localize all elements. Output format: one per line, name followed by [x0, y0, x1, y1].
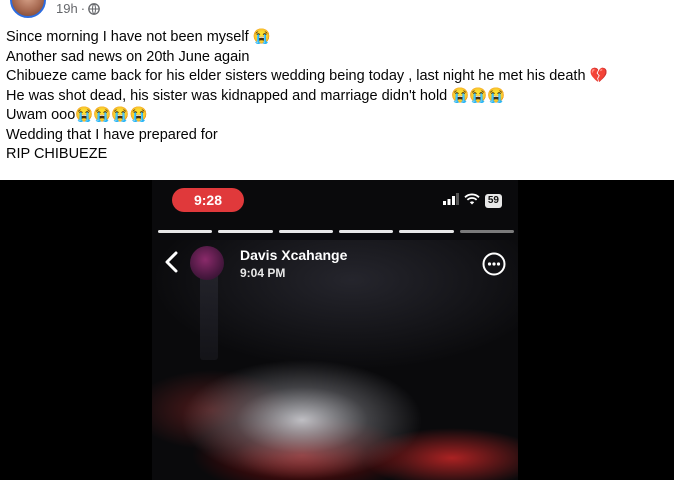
- battery-icon: 59: [484, 194, 502, 208]
- back-chevron-icon[interactable]: [162, 250, 182, 274]
- phone-screenshot: 9:28 59 Davis Xcahange 9:04 PM: [152, 180, 518, 480]
- post-line: Uwam ooo😭😭😭😭: [6, 107, 148, 123]
- signal-icon: [442, 192, 459, 210]
- story-progress-segment: [399, 230, 454, 233]
- story-progress-segment: [278, 230, 333, 233]
- phone-status-bar: 9:28 59: [152, 186, 518, 212]
- post-timestamp[interactable]: 19h: [56, 1, 78, 16]
- story-progress-segment: [158, 230, 213, 233]
- story-progress: [158, 230, 514, 233]
- profile-avatar[interactable]: [10, 0, 46, 18]
- post-line: Chibueze came back for his elder sisters…: [6, 68, 608, 84]
- post-body: Since morning I have not been myself 😭 A…: [6, 28, 666, 165]
- wifi-icon: [464, 192, 480, 210]
- status-icons: 59: [442, 192, 502, 210]
- post-line: Since morning I have not been myself 😭: [6, 29, 271, 45]
- post-line: RIP CHIBUEZE: [6, 146, 108, 162]
- meta-separator: ·: [80, 1, 86, 16]
- story-avatar[interactable]: [190, 246, 224, 280]
- post-line: He was shot dead, his sister was kidnapp…: [6, 87, 506, 104]
- story-timestamp: 9:04 PM: [240, 266, 286, 280]
- story-progress-segment: [459, 230, 514, 233]
- story-progress-segment: [338, 230, 394, 233]
- more-options-icon[interactable]: [482, 252, 506, 276]
- globe-icon: [88, 2, 100, 15]
- post-line: Another sad news on 20th June again: [6, 48, 250, 65]
- story-header: Davis Xcahange 9:04 PM: [152, 242, 518, 292]
- story-progress-segment: [218, 230, 273, 233]
- post-line: Wedding that I have prepared for: [6, 126, 218, 143]
- post-media[interactable]: 9:28 59 Davis Xcahange 9:04 PM: [0, 180, 674, 480]
- post-header: 19h ·: [0, 0, 674, 22]
- story-author-name[interactable]: Davis Xcahange: [240, 247, 347, 263]
- status-time: 9:28: [172, 188, 244, 212]
- post-meta: 19h ·: [56, 1, 100, 16]
